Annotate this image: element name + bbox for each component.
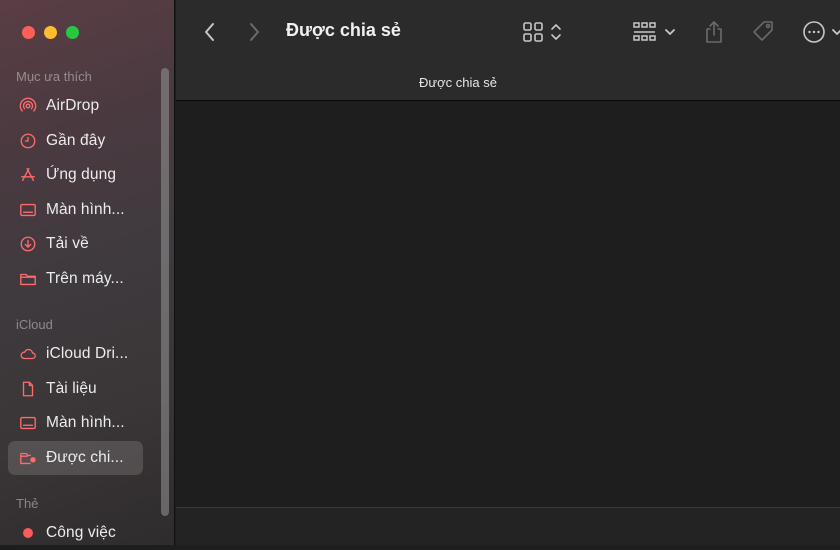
- sidebar-item-on-my-mac[interactable]: Trên máy...: [8, 262, 143, 296]
- chevron-down-icon: [665, 29, 675, 35]
- tag-button[interactable]: [750, 18, 776, 46]
- sidebar-scrollbar[interactable]: [161, 68, 169, 516]
- sidebar-item-applications[interactable]: Ứng dụng: [8, 158, 143, 192]
- toolbar: Được chia sẻ: [176, 0, 840, 64]
- zoom-window-button[interactable]: [66, 26, 79, 39]
- apps-icon: [18, 165, 38, 185]
- path-bar: Được chia sẻ: [176, 64, 840, 101]
- section-title-tags: Thẻ: [16, 496, 39, 511]
- sidebar-item-label: Gần đây: [46, 132, 106, 149]
- sidebar-item-label: Màn hình...: [46, 201, 125, 218]
- sidebar-item-label: Tài liệu: [46, 380, 97, 397]
- sidebar-item-label: AirDrop: [46, 97, 100, 114]
- sidebar-item-icloud-drive[interactable]: iCloud Dri...: [8, 337, 143, 371]
- clock-icon: [18, 131, 38, 151]
- sidebar-item-label: Ứng dụng: [46, 166, 117, 183]
- sidebar-item-downloads[interactable]: Tải về: [8, 227, 143, 261]
- section-title-favorites: Mục ưa thích: [16, 69, 92, 84]
- sidebar-item-label: Trên máy...: [46, 270, 124, 287]
- back-button[interactable]: [199, 20, 221, 44]
- desktop-icon: [18, 413, 38, 433]
- close-window-button[interactable]: [22, 26, 35, 39]
- section-title-icloud: iCloud: [16, 317, 53, 332]
- document-icon: [18, 379, 38, 399]
- sidebar-item-documents[interactable]: Tài liệu: [8, 372, 143, 406]
- download-icon: [18, 234, 38, 254]
- sidebar-item-label: Được chi...: [46, 449, 124, 466]
- sidebar-item-label: Tải về: [46, 235, 89, 252]
- sidebar-item-label: Công việc: [46, 524, 116, 541]
- sidebar-item-icloud-desktop[interactable]: Màn hình...: [8, 406, 143, 440]
- tag-icon: [753, 21, 773, 41]
- chevron-right-icon: [250, 23, 259, 41]
- sidebar-item-desktop[interactable]: Màn hình...: [8, 193, 143, 227]
- group-grid-icon: [633, 22, 656, 41]
- share-button[interactable]: [703, 18, 725, 46]
- window-title: Được chia sẻ: [286, 20, 401, 40]
- file-list-area[interactable]: [176, 101, 840, 507]
- cloud-icon: [18, 344, 38, 364]
- sidebar-item-airdrop[interactable]: AirDrop: [8, 89, 143, 123]
- red-tag-dot-icon: [18, 523, 38, 543]
- shared-folder-icon: [18, 448, 38, 468]
- sidebar-item-label: Màn hình...: [46, 414, 125, 431]
- chevron-down-icon: [832, 29, 840, 35]
- more-actions-button[interactable]: [802, 18, 840, 46]
- folder-icon: [18, 269, 38, 289]
- view-mode-button[interactable]: [522, 18, 562, 46]
- minimize-window-button[interactable]: [44, 26, 57, 39]
- icon-grid-icon: [523, 22, 543, 42]
- airdrop-icon: [18, 96, 38, 116]
- window-controls: [22, 26, 79, 39]
- chevron-updown-icon: [551, 24, 561, 40]
- desktop-icon: [18, 200, 38, 220]
- status-bar: [176, 507, 840, 546]
- sidebar-item-shared[interactable]: Được chi...: [8, 441, 143, 475]
- sidebar-item-label: iCloud Dri...: [46, 345, 129, 362]
- sidebar: Mục ưa thích AirDrop Gần đây Ứng dụng Mà…: [0, 0, 175, 545]
- chevron-left-icon: [205, 23, 214, 41]
- path-bar-title: Được chia sẻ: [419, 74, 497, 90]
- forward-button[interactable]: [243, 20, 265, 44]
- group-button[interactable]: [632, 18, 676, 46]
- ellipsis-circle-icon: [803, 21, 825, 43]
- share-icon: [706, 21, 722, 43]
- sidebar-item-recents[interactable]: Gần đây: [8, 124, 143, 158]
